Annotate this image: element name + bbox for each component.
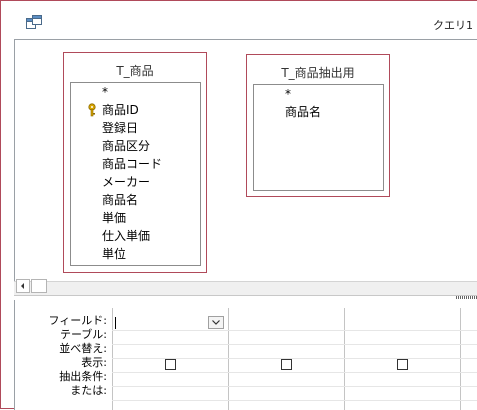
primary-key-icon [88, 103, 96, 117]
table-field-list-t-shohin[interactable]: T_商品 * 商品ID 登録日商品区分商品コードメーカー商品名単価仕入単価単位 [63, 52, 207, 273]
query-design-grid: フィールド: テーブル: 並べ替え: 表示: 抽出条件: または: [14, 300, 477, 410]
table-field-list-t-shohin-chushutsu[interactable]: T_商品抽出用 * 商品名 [246, 54, 390, 197]
field-item[interactable]: 商品コード [71, 155, 200, 173]
query-design-icon [26, 15, 42, 29]
grid-row-label: フィールド: [48, 314, 108, 327]
grid-row-label: または: [70, 384, 107, 397]
scroll-thumb[interactable] [31, 279, 47, 293]
field-label: 仕入単価 [102, 229, 151, 243]
query-window: クエリ1 T_商品 * 商品ID 登録日 商品区分 商品コード メーカー 商品名 単価 仕入単価… [0, 0, 477, 410]
grid-row-divider [112, 344, 477, 345]
grid-row-divider [112, 358, 477, 359]
text-caret [115, 317, 116, 329]
grid-row-label: テーブル: [59, 328, 107, 341]
grid-row-divider [112, 386, 477, 387]
field-list[interactable]: * 商品名 [253, 84, 384, 191]
field-label: * [102, 85, 108, 99]
grid-row-label: 表示: [81, 356, 107, 369]
grid-row-label: 並べ替え: [59, 342, 107, 355]
field-label: 単価 [102, 211, 127, 225]
splitter-grip[interactable] [456, 296, 477, 299]
scroll-left-button[interactable] [16, 279, 30, 293]
field-list[interactable]: * 商品ID 登録日商品区分商品コードメーカー商品名単価仕入単価単位 [70, 82, 201, 266]
table-title[interactable]: T_商品抽出用 [247, 64, 389, 81]
grid-columns [112, 308, 477, 410]
grid-row-divider [112, 400, 477, 401]
field-item[interactable]: 登録日 [71, 119, 200, 137]
field-label: 商品ID [102, 103, 139, 117]
field-label: 商品コード [102, 157, 163, 171]
query-titlebar: クエリ1 [1, 1, 477, 39]
window-title: クエリ1 [433, 19, 473, 32]
field-item[interactable]: 商品ID [71, 101, 200, 119]
field-item[interactable]: 単位 [71, 245, 200, 263]
grid-column[interactable] [228, 308, 344, 410]
grid-row-label: 抽出条件: [59, 370, 107, 383]
field-label: 商品名 [285, 105, 322, 119]
field-item[interactable]: 仕入単価 [71, 227, 200, 245]
field-label: 登録日 [102, 121, 139, 135]
field-item[interactable]: * [71, 83, 200, 101]
chevron-down-icon [212, 320, 220, 325]
field-dropdown-button[interactable] [208, 316, 224, 329]
field-item[interactable]: 商品名 [71, 191, 200, 209]
arrow-left-icon [21, 283, 24, 289]
show-checkbox[interactable] [397, 359, 408, 370]
field-item[interactable]: * [254, 85, 383, 103]
show-checkbox[interactable] [281, 359, 292, 370]
table-design-area[interactable]: T_商品 * 商品ID 登録日 商品区分 商品コード メーカー 商品名 単価 仕入単価 単位 T_… [14, 39, 477, 281]
field-label: 単位 [102, 247, 127, 261]
field-item[interactable]: 商品名 [254, 103, 383, 121]
grid-column[interactable] [344, 308, 460, 410]
grid-row-divider [112, 372, 477, 373]
field-label: * [285, 87, 291, 101]
grid-row-divider [112, 330, 477, 331]
show-checkbox[interactable] [165, 359, 176, 370]
field-label: 商品名 [102, 193, 139, 207]
horizontal-scrollbar[interactable] [14, 279, 477, 295]
field-label: メーカー [102, 175, 151, 189]
grid-column[interactable] [460, 308, 477, 410]
field-item[interactable]: 商品区分 [71, 137, 200, 155]
field-item[interactable]: メーカー [71, 173, 200, 191]
field-item[interactable]: 単価 [71, 209, 200, 227]
field-label: 商品区分 [102, 139, 151, 153]
table-title[interactable]: T_商品 [64, 62, 206, 79]
